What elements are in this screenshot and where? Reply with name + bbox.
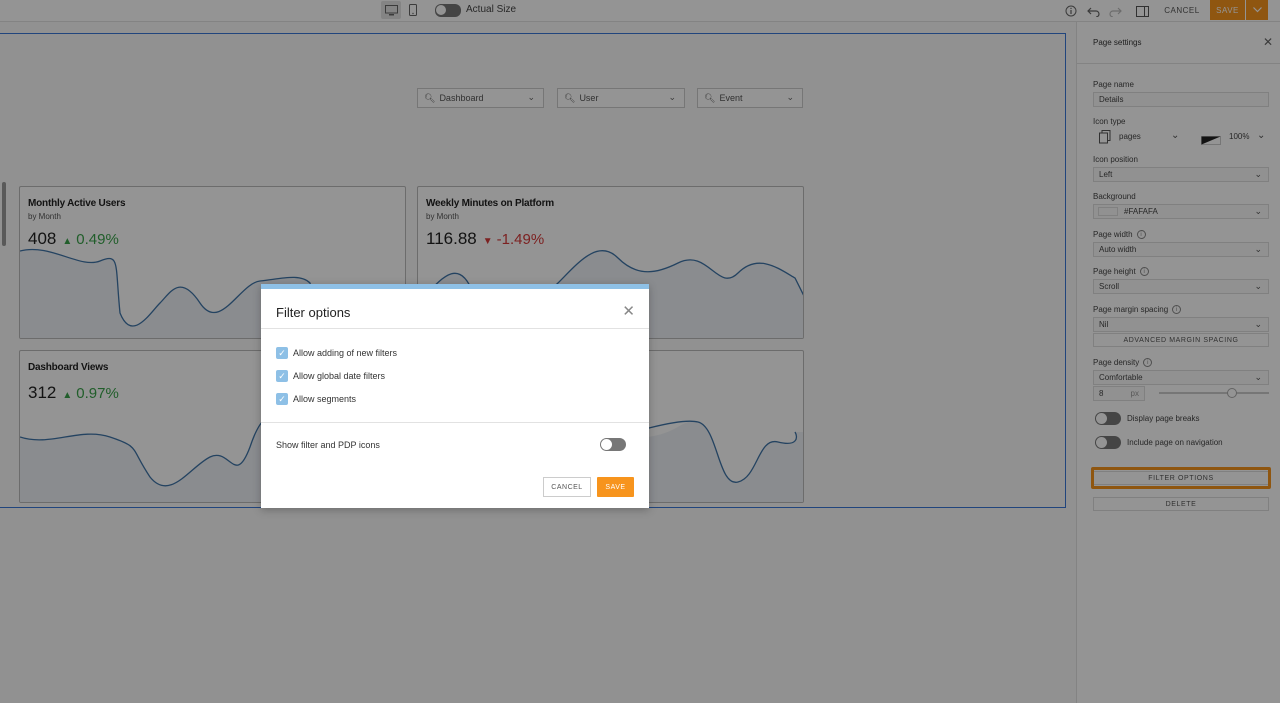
option-label: Allow global date filters xyxy=(293,371,386,381)
checkbox-checked-icon[interactable]: ✓ xyxy=(276,370,288,382)
modal-title: Filter options xyxy=(276,305,351,320)
modal-divider xyxy=(261,328,649,329)
modal-divider xyxy=(261,422,649,423)
option-allow-global-date[interactable]: ✓ Allow global date filters xyxy=(276,370,385,382)
checkbox-checked-icon[interactable]: ✓ xyxy=(276,393,288,405)
modal-save-button[interactable]: SAVE xyxy=(597,477,634,497)
close-icon[interactable]: ✕ xyxy=(622,302,635,320)
pdp-icons-label: Show filter and PDP icons xyxy=(276,440,380,450)
filter-options-modal: Filter options ✕ ✓ Allow adding of new f… xyxy=(261,284,649,508)
pdp-icons-toggle[interactable] xyxy=(600,438,626,451)
option-label: Allow adding of new filters xyxy=(293,348,398,358)
checkbox-checked-icon[interactable]: ✓ xyxy=(276,347,288,359)
modal-cancel-button[interactable]: CANCEL xyxy=(543,477,591,497)
option-allow-new-filters[interactable]: ✓ Allow adding of new filters xyxy=(276,347,397,359)
option-label: Allow segments xyxy=(293,394,357,404)
option-allow-segments[interactable]: ✓ Allow segments xyxy=(276,393,356,405)
